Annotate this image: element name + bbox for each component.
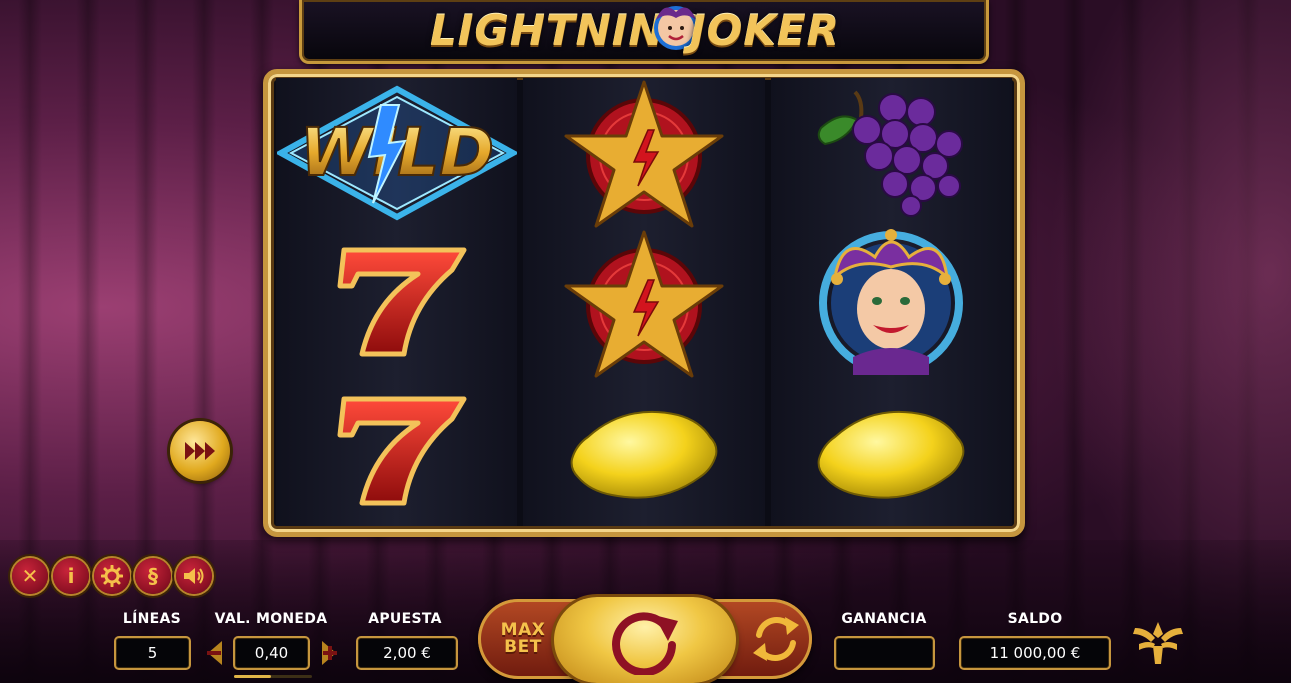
wild-icon: WILD (276, 85, 517, 221)
close-button[interactable]: ✕ (12, 558, 48, 594)
bet-label: APUESTA (368, 611, 442, 627)
reel-3 (770, 78, 1012, 526)
max-bet-label-line2: BET (504, 637, 542, 657)
rules-button[interactable]: § (135, 558, 171, 594)
balance-label: SALDO (1007, 611, 1063, 627)
symbol-grapes (771, 78, 1012, 227)
utility-bar: ✕ i § (12, 558, 212, 594)
fast-forward-icon (185, 442, 215, 460)
info-button[interactable]: i (53, 558, 89, 594)
autoplay-icon (753, 617, 799, 661)
info-icon: i (67, 564, 75, 588)
seven-icon (337, 247, 467, 357)
plus-icon (322, 641, 337, 665)
reel-area: WILD (276, 78, 1012, 526)
logo-title-right: JOKER (690, 6, 840, 55)
lemon-icon (817, 410, 965, 499)
grapes-icon (818, 90, 964, 217)
symbol-lemon (771, 377, 1012, 526)
lines-field: 5 (114, 636, 191, 670)
win-field (834, 636, 935, 670)
win-label: GANANCIA (841, 611, 927, 627)
autoplay-button[interactable] (744, 606, 808, 672)
settings-button[interactable] (94, 558, 130, 594)
symbol-star (523, 228, 764, 378)
spin-button[interactable] (554, 597, 736, 683)
gear-icon (101, 565, 123, 587)
coin-increase-button[interactable] (318, 636, 342, 670)
reel-2 (523, 78, 765, 526)
symbol-joker (771, 227, 1012, 377)
sound-button[interactable] (176, 558, 212, 594)
symbol-seven (276, 377, 517, 526)
coin-level-fill (234, 675, 272, 678)
lightning-star-icon (564, 80, 724, 228)
coin-level-bar (234, 675, 312, 678)
section-icon: § (148, 564, 158, 588)
coin-decrease-button[interactable] (202, 636, 226, 670)
bet-field: 2,00 € (356, 636, 458, 670)
speaker-icon (184, 568, 204, 584)
lightning-star-icon (564, 230, 724, 378)
minus-icon (207, 641, 222, 665)
symbol-lemon (523, 378, 764, 526)
symbol-seven (276, 227, 517, 376)
joker-icon (819, 229, 964, 375)
lemon-icon (570, 410, 718, 499)
max-bet-button[interactable]: MAX BET (484, 604, 562, 674)
symbol-star (523, 78, 764, 228)
reel-1: WILD (276, 78, 518, 526)
fast-play-button[interactable] (170, 421, 230, 481)
close-icon: ✕ (21, 564, 39, 588)
coin-value-field: 0,40 (233, 636, 310, 670)
spin-arrow-icon (612, 612, 678, 675)
balance-field: 11 000,00 € (959, 636, 1111, 670)
symbol-wild: WILD (276, 78, 517, 227)
lines-label: LÍNEAS (122, 611, 182, 627)
coin-value-label: VAL. MONEDA (214, 611, 328, 627)
seven-icon (337, 396, 467, 506)
provider-logo-icon (1133, 622, 1183, 664)
